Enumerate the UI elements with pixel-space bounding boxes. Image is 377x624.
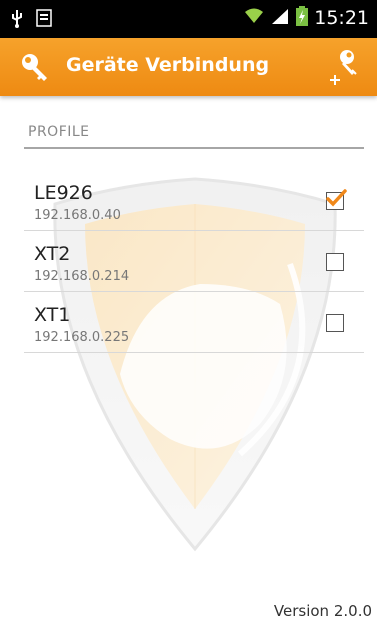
- profile-name: XT1: [34, 304, 71, 326]
- battery-charging-icon: [296, 6, 309, 30]
- profile-row-le926[interactable]: LE926 192.168.0.40: [24, 170, 364, 231]
- profile-name: LE926: [34, 182, 93, 204]
- usb-icon: [10, 8, 24, 32]
- status-bar: 15:21: [0, 0, 377, 38]
- key-icon[interactable]: [20, 52, 50, 86]
- profile-row-xt1[interactable]: XT1 192.168.0.225: [24, 292, 364, 353]
- storage-icon: [36, 8, 52, 32]
- profile-checkbox-le926[interactable]: [326, 189, 347, 210]
- add-key-icon: [330, 50, 357, 85]
- profile-row-xt2[interactable]: XT2 192.168.0.214: [24, 231, 364, 292]
- version-label: Version 2.0.0: [273, 602, 372, 620]
- profile-list: LE926 192.168.0.40 XT2 192.168.0.214 XT1…: [24, 170, 364, 353]
- add-profile-button[interactable]: [327, 48, 363, 86]
- action-bar: Geräte Verbindung: [0, 38, 377, 96]
- profile-name: XT2: [34, 243, 71, 265]
- checkmark-icon: [326, 189, 347, 207]
- profile-checkbox-xt2[interactable]: [326, 253, 344, 271]
- section-header-profile: PROFILE: [28, 124, 90, 140]
- status-time: 15:21: [314, 7, 369, 29]
- section-divider: [24, 147, 364, 149]
- profile-ip: 192.168.0.214: [34, 269, 130, 284]
- page-title: Geräte Verbindung: [66, 54, 270, 76]
- content-area: PROFILE LE926 192.168.0.40 XT2 192.168.0…: [0, 96, 377, 624]
- profile-checkbox-xt1[interactable]: [326, 314, 344, 332]
- profile-ip: 192.168.0.225: [34, 330, 130, 345]
- profile-ip: 192.168.0.40: [34, 208, 121, 223]
- wifi-icon: [244, 7, 264, 29]
- signal-icon: [270, 7, 290, 29]
